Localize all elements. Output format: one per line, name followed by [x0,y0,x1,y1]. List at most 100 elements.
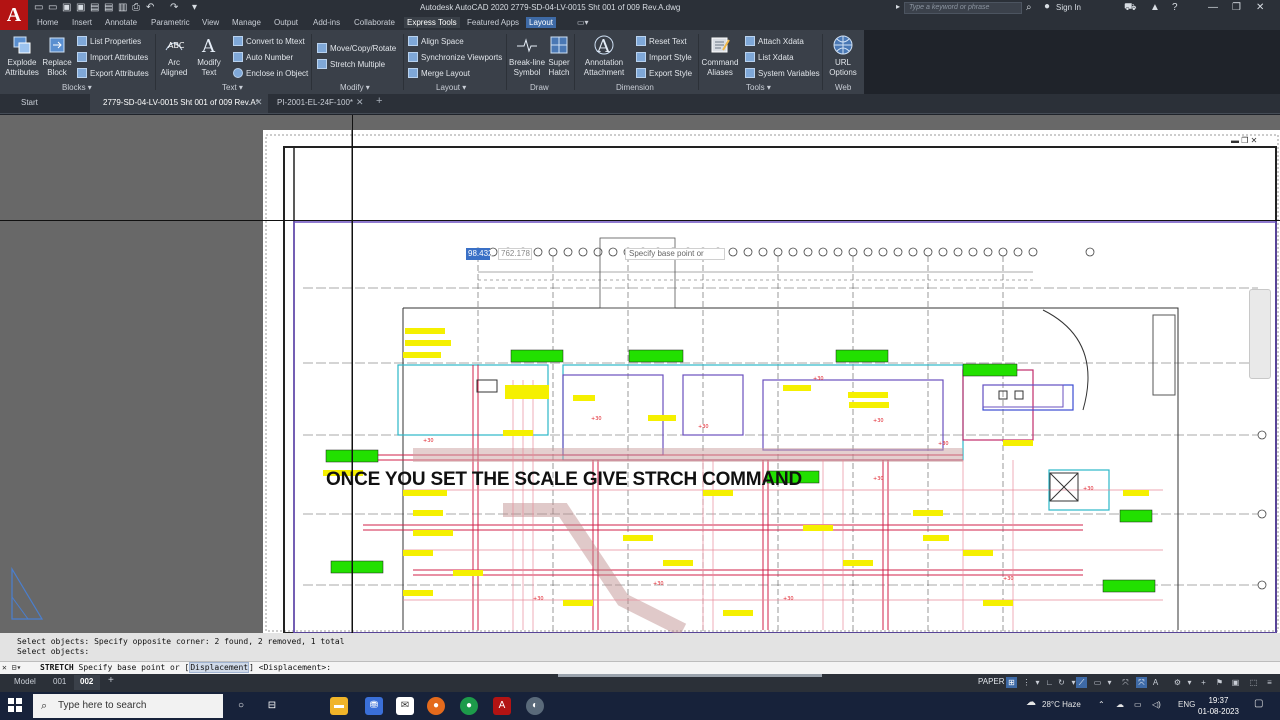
tab-home[interactable]: Home [34,17,61,28]
tab-manage[interactable]: Manage [229,17,264,28]
attach-xdata-button[interactable]: Attach Xdata [745,36,804,46]
mail-icon[interactable]: ✉ [396,697,414,715]
open-icon[interactable]: ▭ [48,2,57,13]
url-options-button[interactable]: URL Options [826,34,860,78]
customization-icon[interactable]: ≡ [1264,677,1275,688]
panel-title-layout[interactable]: Layout ▾ [436,83,466,92]
notifications-icon[interactable]: ▢ [1254,698,1263,709]
save-web-icon[interactable]: ▤ [104,2,113,13]
ribbon-options-icon[interactable]: ▭▾ [574,17,592,28]
qat-dropdown-icon[interactable]: ▾ [192,2,197,13]
modify-text-button[interactable]: A Modify Text [192,34,226,78]
minimize-icon[interactable]: — [1208,2,1218,13]
volume-icon[interactable]: ◁) [1152,700,1161,709]
search-icon[interactable]: ⌕ [1026,2,1032,13]
auto-number-button[interactable]: Auto Number [233,52,293,62]
taskbar-search-input[interactable]: ⌕ Type here to search [33,694,223,718]
tab-collaborate[interactable]: Collaborate [351,17,398,28]
super-hatch-button[interactable]: Super Hatch [546,34,572,78]
panel-title-tools[interactable]: Tools ▾ [746,83,771,92]
tab-featured-apps[interactable]: Featured Apps [464,17,522,28]
stretch-multiple-button[interactable]: Stretch Multiple [317,59,385,69]
break-line-symbol-button[interactable]: Break-line Symbol [509,34,545,78]
drawing-area[interactable]: +30 +30 +30 +30 +30 +30 +30 +30 +30 +30 +30 +30 … [0,115,1280,633]
annotation-attachment-button[interactable]: A Annotation Attachment [580,34,628,78]
task-manager-icon[interactable]: ⊟ [263,697,281,715]
command-line-tools-icon[interactable]: ✕ ⊟▾ [2,662,34,674]
add-layout-icon[interactable]: + [108,675,114,686]
arc-aligned-button[interactable]: ABC Arc Aligned [158,34,190,78]
tab-output[interactable]: Output [271,17,301,28]
settings-gear-icon[interactable]: ⚙ [1172,677,1183,688]
merge-layout-button[interactable]: Merge Layout [408,68,470,78]
panel-title-blocks[interactable]: Blocks ▾ [62,83,92,92]
print-icon[interactable]: ⎙ [132,2,140,13]
command-aliases-button[interactable]: Command Aliases [700,34,740,78]
new-icon[interactable]: ▭ [34,2,43,13]
redo-icon[interactable]: ↷ [170,2,178,13]
file-tab-second[interactable]: PI-2001-EL-24F-100* [277,98,353,107]
tab-view[interactable]: View [199,17,222,28]
weather-status[interactable]: 28°C Haze [1042,700,1081,709]
import-style-button[interactable]: Import Style [636,52,692,62]
dropdown-icon[interactable]: ▾ [1184,677,1195,688]
isolate-objects-icon[interactable]: ⚑ [1214,677,1225,688]
new-tab-icon[interactable]: + [376,95,382,107]
app-icon[interactable]: ◐ [526,697,544,715]
export-attributes-button[interactable]: Export Attributes [77,68,149,78]
object-snap-icon[interactable]: ▭ [1092,677,1103,688]
open-web-icon[interactable]: ▤ [90,2,99,13]
tab-layout[interactable]: Layout [526,17,557,28]
file-explorer-icon[interactable]: ▬ [330,697,348,715]
reset-text-button[interactable]: Reset Text [636,36,687,46]
autocad-taskbar-icon[interactable]: A [493,697,511,715]
help-icon[interactable]: ? [1172,2,1178,13]
import-attributes-button[interactable]: Import Attributes [77,52,148,62]
tab-annotate[interactable]: Annotate [102,17,140,28]
store-icon[interactable]: ⛟ [1124,2,1137,15]
annotation-visibility-icon[interactable]: ⤧ [1136,677,1147,688]
panel-title-web[interactable]: Web [835,83,851,92]
dropdown-icon[interactable]: ▾ [1104,677,1115,688]
navigation-bar[interactable] [1249,289,1271,379]
sign-in-link[interactable]: Sign In [1056,3,1081,12]
save-as-icon[interactable]: ▣ [76,2,85,13]
synchronize-viewports-button[interactable]: Synchronize Viewports [408,52,502,62]
tab-insert[interactable]: Insert [69,17,95,28]
account-icon[interactable]: ▲ [1150,2,1160,13]
tab-add-ins[interactable]: Add-ins [310,17,343,28]
tab-express-tools[interactable]: Express Tools [404,17,460,28]
align-space-button[interactable]: Align Space [408,36,464,46]
save-icon[interactable]: ▣ [62,2,71,13]
panel-title-modify[interactable]: Modify ▾ [340,83,370,92]
move-copy-rotate-button[interactable]: Move/Copy/Rotate [317,43,396,53]
horizontal-scrollbar[interactable] [558,674,822,677]
command-line[interactable]: ✕ ⊟▾ STRETCH Specify base point or [Disp… [0,661,1280,674]
panel-title-text[interactable]: Text ▾ [222,83,243,92]
annotation-scale-icon[interactable]: A [1150,677,1161,688]
system-variables-button[interactable]: System Variables [745,68,820,78]
export-style-button[interactable]: Export Style [636,68,692,78]
ortho-icon[interactable]: ∟ [1044,677,1055,688]
list-properties-button[interactable]: List Properties [77,36,141,46]
layout-tab-001[interactable]: 001 [53,677,66,686]
onedrive-icon[interactable]: ☁ [1116,700,1124,709]
restore-icon[interactable]: ❐ [1232,2,1241,13]
dynamic-input-x-field[interactable]: 98.432 [466,248,492,260]
search-expand-icon[interactable]: ▸ [896,2,900,11]
polar-icon[interactable]: ↻ [1056,677,1067,688]
network-icon[interactable]: ▭ [1134,700,1142,709]
replace-block-button[interactable]: Replace Block [41,34,73,78]
dynamic-input-y-field[interactable]: 762.178 [498,248,532,260]
plot-icon[interactable]: ▥ [118,2,127,13]
space-toggle[interactable]: PAPER [978,677,1005,686]
selection-cycling-icon[interactable]: ⤧ [1120,677,1131,688]
snap-mode-icon[interactable]: ⋮ [1021,677,1032,688]
add-icon[interactable]: + [1198,677,1209,688]
file-tab-active[interactable]: 2779-SD-04-LV-0015 Sht 001 of 009 Rev.A* [103,98,259,107]
windows-start-icon[interactable] [8,698,22,712]
firefox-icon[interactable]: ● [427,697,445,715]
dropdown-icon[interactable]: ▾ [1032,677,1043,688]
task-view-icon[interactable]: ○ [232,697,250,715]
undo-icon[interactable]: ↶ [146,2,154,13]
